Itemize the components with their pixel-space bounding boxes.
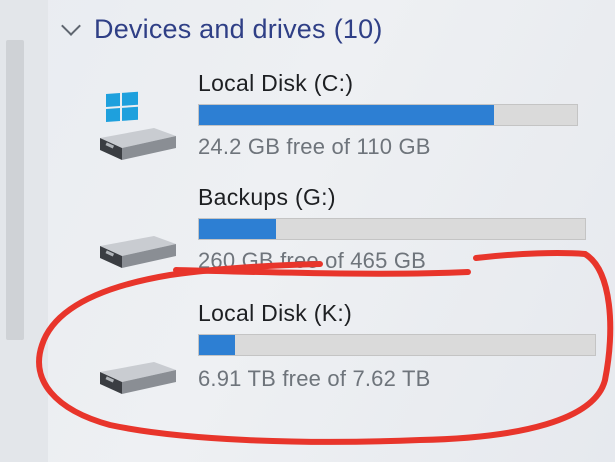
drive-usage-bar-k xyxy=(198,334,596,356)
hard-drive-icon xyxy=(92,188,182,278)
scrollbar-thumb[interactable] xyxy=(6,40,24,340)
drive-usage-fill-c xyxy=(199,105,494,125)
drive-usage-fill-g xyxy=(199,219,277,239)
drive-usage-bar-g xyxy=(198,218,586,240)
drive-name-c: Local Disk (C:) xyxy=(198,70,354,96)
drive-item-c[interactable]: Local Disk (C:) 24.2 GB free of 110 GB xyxy=(80,62,600,172)
chevron-down-icon[interactable] xyxy=(61,15,81,36)
drive-usage-bar-c xyxy=(198,104,578,126)
drive-space-c: 24.2 GB free of 110 GB xyxy=(198,134,431,159)
drive-name-g: Backups (G:) xyxy=(198,184,336,210)
group-title: Devices and drives xyxy=(94,14,326,44)
windows-system-drive-icon xyxy=(92,80,182,170)
drive-item-k[interactable]: Local Disk (K:) 6.91 TB free of 7.62 TB xyxy=(80,296,600,406)
drive-space-k: 6.91 TB free of 7.62 TB xyxy=(198,366,431,391)
hard-drive-icon xyxy=(92,314,182,404)
drive-item-g[interactable]: Backups (G:) 260 GB free of 465 GB xyxy=(80,178,600,288)
drive-usage-fill-k xyxy=(199,335,235,355)
scrollbar-track[interactable] xyxy=(0,0,48,462)
drive-space-g: 260 GB free of 465 GB xyxy=(198,248,427,273)
devices-drives-group-header[interactable]: Devices and drives (10) xyxy=(61,14,383,45)
drive-name-k: Local Disk (K:) xyxy=(198,300,353,326)
group-count: (10) xyxy=(333,14,383,44)
